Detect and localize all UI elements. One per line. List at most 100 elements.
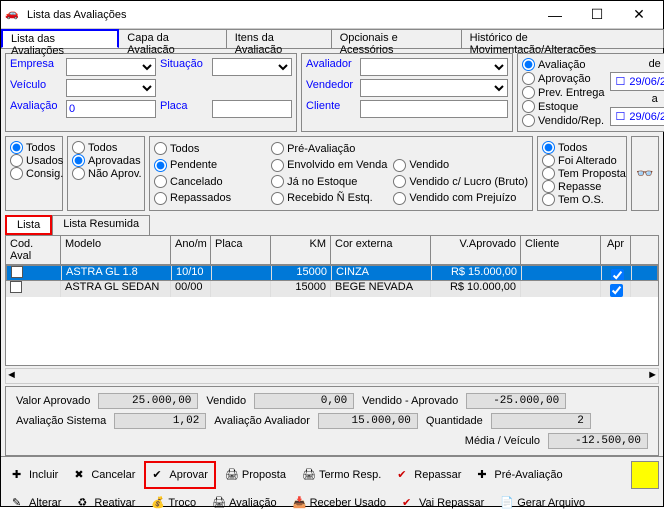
placa-input[interactable] [212,100,292,118]
exit-button[interactable] [631,461,659,489]
period-radio-avaliacao[interactable]: Avaliação [522,58,604,71]
glasses-icon[interactable]: 👓 [636,165,653,182]
g1-consig[interactable]: Consig. [10,167,58,180]
g1-usados[interactable]: Usados [10,154,58,167]
vendedor-label: Vendedor [306,79,356,97]
repassar-button[interactable]: ✔Repassar [390,461,468,489]
gerar-arquivo-button[interactable]: 📄Gerar Arquivo [493,493,592,513]
g4-proposta[interactable]: Tem Proposta [542,167,622,180]
receive-icon: 📥 [293,496,307,510]
app-icon: 🚗 [5,7,21,23]
maximize-button[interactable]: ☐ [577,3,617,27]
avaliacao-label: Avaliação [10,100,62,118]
col-cod[interactable]: Cod. Aval [6,236,61,264]
period-radio-vendido[interactable]: Vendido/Rep. [522,114,604,127]
g3-ja-estoque[interactable]: Já no Estoque [271,174,387,190]
empresa-select[interactable] [66,58,156,76]
placa-label: Placa [160,100,208,118]
tab-historico[interactable]: Histórico de Movimentação/Alterações [461,29,664,48]
pre-avaliacao-button[interactable]: ✚Pré-Avaliação [470,461,569,489]
period-radio-estoque[interactable]: Estoque [522,100,604,113]
row-check[interactable] [10,281,22,293]
cancelar-button[interactable]: ✖Cancelar [67,461,142,489]
col-cor[interactable]: Cor externa [331,236,431,264]
col-cliente[interactable]: Cliente [521,236,601,264]
situacao-select[interactable] [212,58,292,76]
apr-check[interactable] [611,269,624,280]
g4-repasse[interactable]: Repasse [542,180,622,193]
g3-repassados[interactable]: Repassados [154,191,265,207]
proposta-button[interactable]: 🖨Proposta [218,461,293,489]
g2-todos[interactable]: Todos [72,141,140,154]
alterar-button[interactable]: ✎Alterar [5,493,68,513]
tab-itens[interactable]: Itens da Avaliação [226,29,332,48]
plus-icon: ✚ [477,468,491,482]
troco-button[interactable]: 💰Troco [144,493,203,513]
print-icon: 🖨 [212,496,226,510]
g3-recebido[interactable]: Recebido Ñ Estq. [271,191,387,207]
g2-nao-aprov[interactable]: Não Aprov. [72,167,140,180]
g3-vendido-lucro[interactable]: Vendido c/ Lucro (Bruto) [393,174,528,190]
col-km[interactable]: KM [271,236,331,264]
empresa-label: Empresa [10,58,62,76]
g2-aprovadas[interactable]: Aprovadas [72,154,140,167]
media-label: Média / Veículo [465,435,540,447]
grid: Cod. Aval Modelo Ano/m Placa KM Cor exte… [5,235,659,366]
table-row[interactable]: ASTRA GL 1.8 10/10 15000 CINZA R$ 15.000… [6,265,658,281]
veiculo-select[interactable] [66,79,156,97]
period-radio-aprovacao[interactable]: Aprovação [522,72,604,85]
g3-vendido[interactable]: Vendido [393,158,528,174]
table-row[interactable]: ASTRA GL SEDAN 00/00 15000 BEGE NEVADA R… [6,281,658,297]
tab-lista-avaliacoes[interactable]: Lista das Avaliações [1,29,119,48]
reactivate-icon: ♻ [77,496,91,510]
g3-cancelado[interactable]: Cancelado [154,174,265,190]
avaliador-select[interactable] [360,58,508,76]
avaliacao-button[interactable]: 🖨Avaliação [205,493,284,513]
col-apr[interactable]: Apr [601,236,631,264]
vendido-aprovado-value: -25.000,00 [466,393,566,409]
h-scrollbar[interactable]: ◄► [5,368,659,384]
col-vaprovado[interactable]: V.Aprovado [431,236,521,264]
aval-avaliador-label: Avaliação Avaliador [214,415,310,427]
vendedor-select[interactable] [360,79,508,97]
file-icon: 📄 [500,496,514,510]
tab-opcionais[interactable]: Opcionais e Acessórios [331,29,462,48]
quantidade-label: Quantidade [426,415,483,427]
subtab-lista[interactable]: Lista [5,215,52,235]
tab-capa[interactable]: Capa da Avaliação [118,29,226,48]
g3-pendente[interactable]: Pendente [154,158,265,174]
row-check[interactable] [11,266,23,278]
incluir-button[interactable]: ✚Incluir [5,461,65,489]
close-button[interactable]: ✕ [619,3,659,27]
edit-icon: ✎ [12,496,26,510]
col-modelo[interactable]: Modelo [61,236,171,264]
check-icon: ✔ [397,468,411,482]
cancel-icon: ✖ [74,468,88,482]
g3-vendido-prej[interactable]: Vendido com Prejuízo [393,191,528,207]
avaliador-label: Avaliador [306,58,356,76]
g3-pre[interactable]: Pré-Avaliação [271,141,387,157]
date-to[interactable]: ☐29/06/2023▾ [610,107,664,126]
col-ano[interactable]: Ano/m [171,236,211,264]
valor-aprovado-value: 25.000,00 [98,393,198,409]
period-radio-prev[interactable]: Prev. Entrega [522,86,604,99]
g4-alterado[interactable]: Foi Alterado [542,154,622,167]
reativar-button[interactable]: ♻Reativar [70,493,142,513]
cliente-input[interactable] [360,100,508,118]
media-value: -12.500,00 [548,433,648,449]
aprovar-button[interactable]: ✔Aprovar [144,461,216,489]
g1-todos[interactable]: Todos [10,141,58,154]
g4-os[interactable]: Tem O.S. [542,193,622,206]
col-placa[interactable]: Placa [211,236,271,264]
apr-check[interactable] [610,284,623,297]
avaliacao-input[interactable] [66,100,156,118]
subtab-resumida[interactable]: Lista Resumida [52,215,150,235]
g3-todos[interactable]: Todos [154,141,265,157]
minimize-button[interactable]: — [535,3,575,27]
termo-button[interactable]: 🖨Termo Resp. [295,461,388,489]
g3-envolvido[interactable]: Envolvido em Venda [271,158,387,174]
g4-todos[interactable]: Todos [542,141,622,154]
receber-button[interactable]: 📥Receber Usado [286,493,393,513]
date-from[interactable]: ☐29/06/2023▾ [610,72,664,91]
vai-repassar-button[interactable]: ✔Vai Repassar [395,493,491,513]
